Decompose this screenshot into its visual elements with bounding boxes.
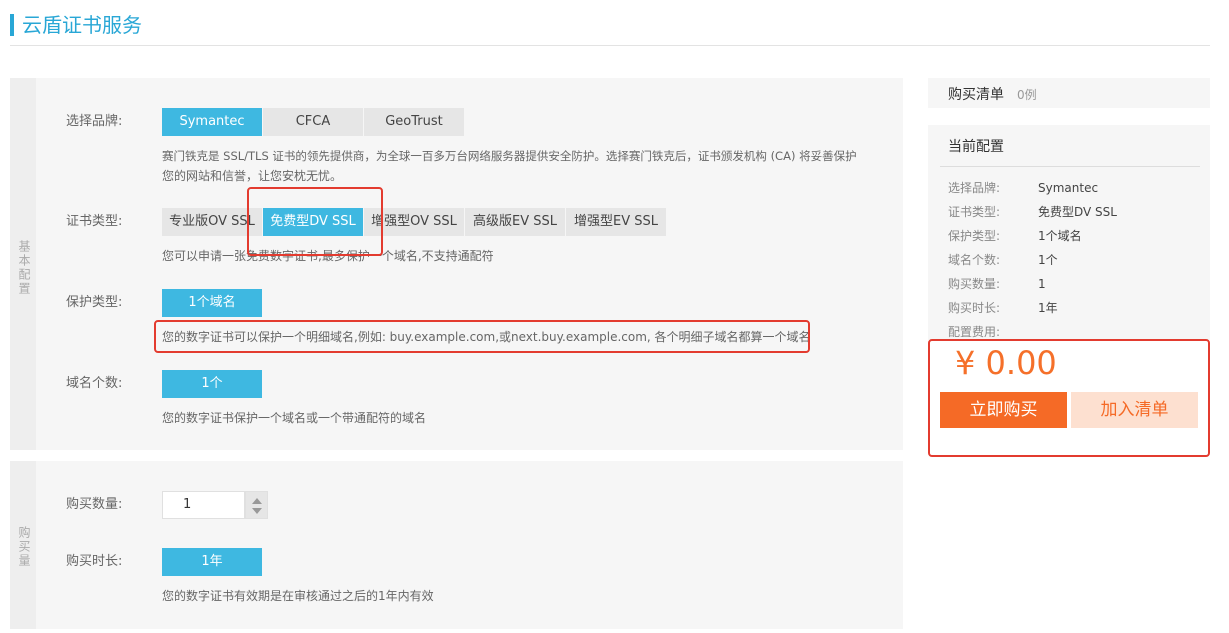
config-row-value: Symantec [1038, 181, 1099, 195]
duration-option-1-year[interactable]: 1年 [162, 548, 262, 576]
domain-count-option-1[interactable]: 1个 [162, 370, 262, 398]
duration-label: 购买时长: [66, 554, 123, 569]
config-row-label: 购买数量: [948, 277, 1001, 291]
page-title: 云盾证书服务 [22, 13, 142, 37]
domain-count-description: 您的数字证书保护一个域名或一个带通配符的域名 [162, 411, 427, 425]
cert-type-highlight [247, 187, 383, 256]
purchase-section-label: 购买量 [17, 526, 31, 568]
cert-type-option-advanced-ev[interactable]: 高级版EV SSL [465, 208, 565, 236]
purchase-panel [10, 461, 903, 629]
domain-count-label: 域名个数: [66, 376, 123, 391]
quantity-label: 购买数量: [66, 497, 123, 512]
config-row-value: 1年 [1038, 301, 1058, 315]
cart-count: 0例 [1017, 88, 1037, 102]
config-row-value: 免费型DV SSL [1038, 205, 1117, 219]
brand-label: 选择品牌: [66, 114, 123, 129]
config-row-label: 域名个数: [948, 253, 1001, 267]
config-divider [940, 166, 1200, 167]
config-row-value: 1 [1038, 277, 1046, 291]
title-divider [10, 45, 1210, 46]
quantity-input[interactable]: 1 [162, 491, 245, 519]
brand-description-line1: 赛门铁克是 SSL/TLS 证书的领先提供商，为全球一百多万台网络服务器提供安全… [162, 149, 857, 163]
title-accent-bar [10, 14, 14, 36]
brand-option-geotrust[interactable]: GeoTrust [364, 108, 464, 136]
stepper-up-icon[interactable] [252, 498, 262, 504]
cert-type-option-enhanced-ev[interactable]: 增强型EV SSL [566, 208, 666, 236]
cart-title: 购买清单 [948, 87, 1004, 103]
quantity-stepper[interactable] [245, 491, 268, 519]
protect-type-label: 保护类型: [66, 295, 123, 310]
purchase-highlight [928, 339, 1210, 457]
config-row-value: 1个域名 [1038, 229, 1082, 243]
config-row-label: 保护类型: [948, 229, 1001, 243]
protect-type-option-1-domain[interactable]: 1个域名 [162, 289, 262, 317]
cert-type-label: 证书类型: [66, 214, 123, 229]
config-row-label: 选择品牌: [948, 181, 1001, 195]
config-fee-label: 配置费用: [948, 325, 1001, 339]
config-row-label: 证书类型: [948, 205, 1001, 219]
brand-description-line2: 您的网站和信誉，让您安枕无忧。 [162, 169, 343, 183]
stepper-down-icon[interactable] [252, 508, 262, 514]
config-row-label: 购买时长: [948, 301, 1001, 315]
brand-option-cfca[interactable]: CFCA [263, 108, 363, 136]
config-row-value: 1个 [1038, 253, 1058, 267]
basic-config-label: 基本配置 [17, 240, 31, 296]
duration-description: 您的数字证书有效期是在审核通过之后的1年内有效 [162, 589, 434, 603]
brand-option-symantec[interactable]: Symantec [162, 108, 262, 136]
config-title: 当前配置 [948, 139, 1004, 155]
protect-type-highlight [154, 320, 810, 353]
